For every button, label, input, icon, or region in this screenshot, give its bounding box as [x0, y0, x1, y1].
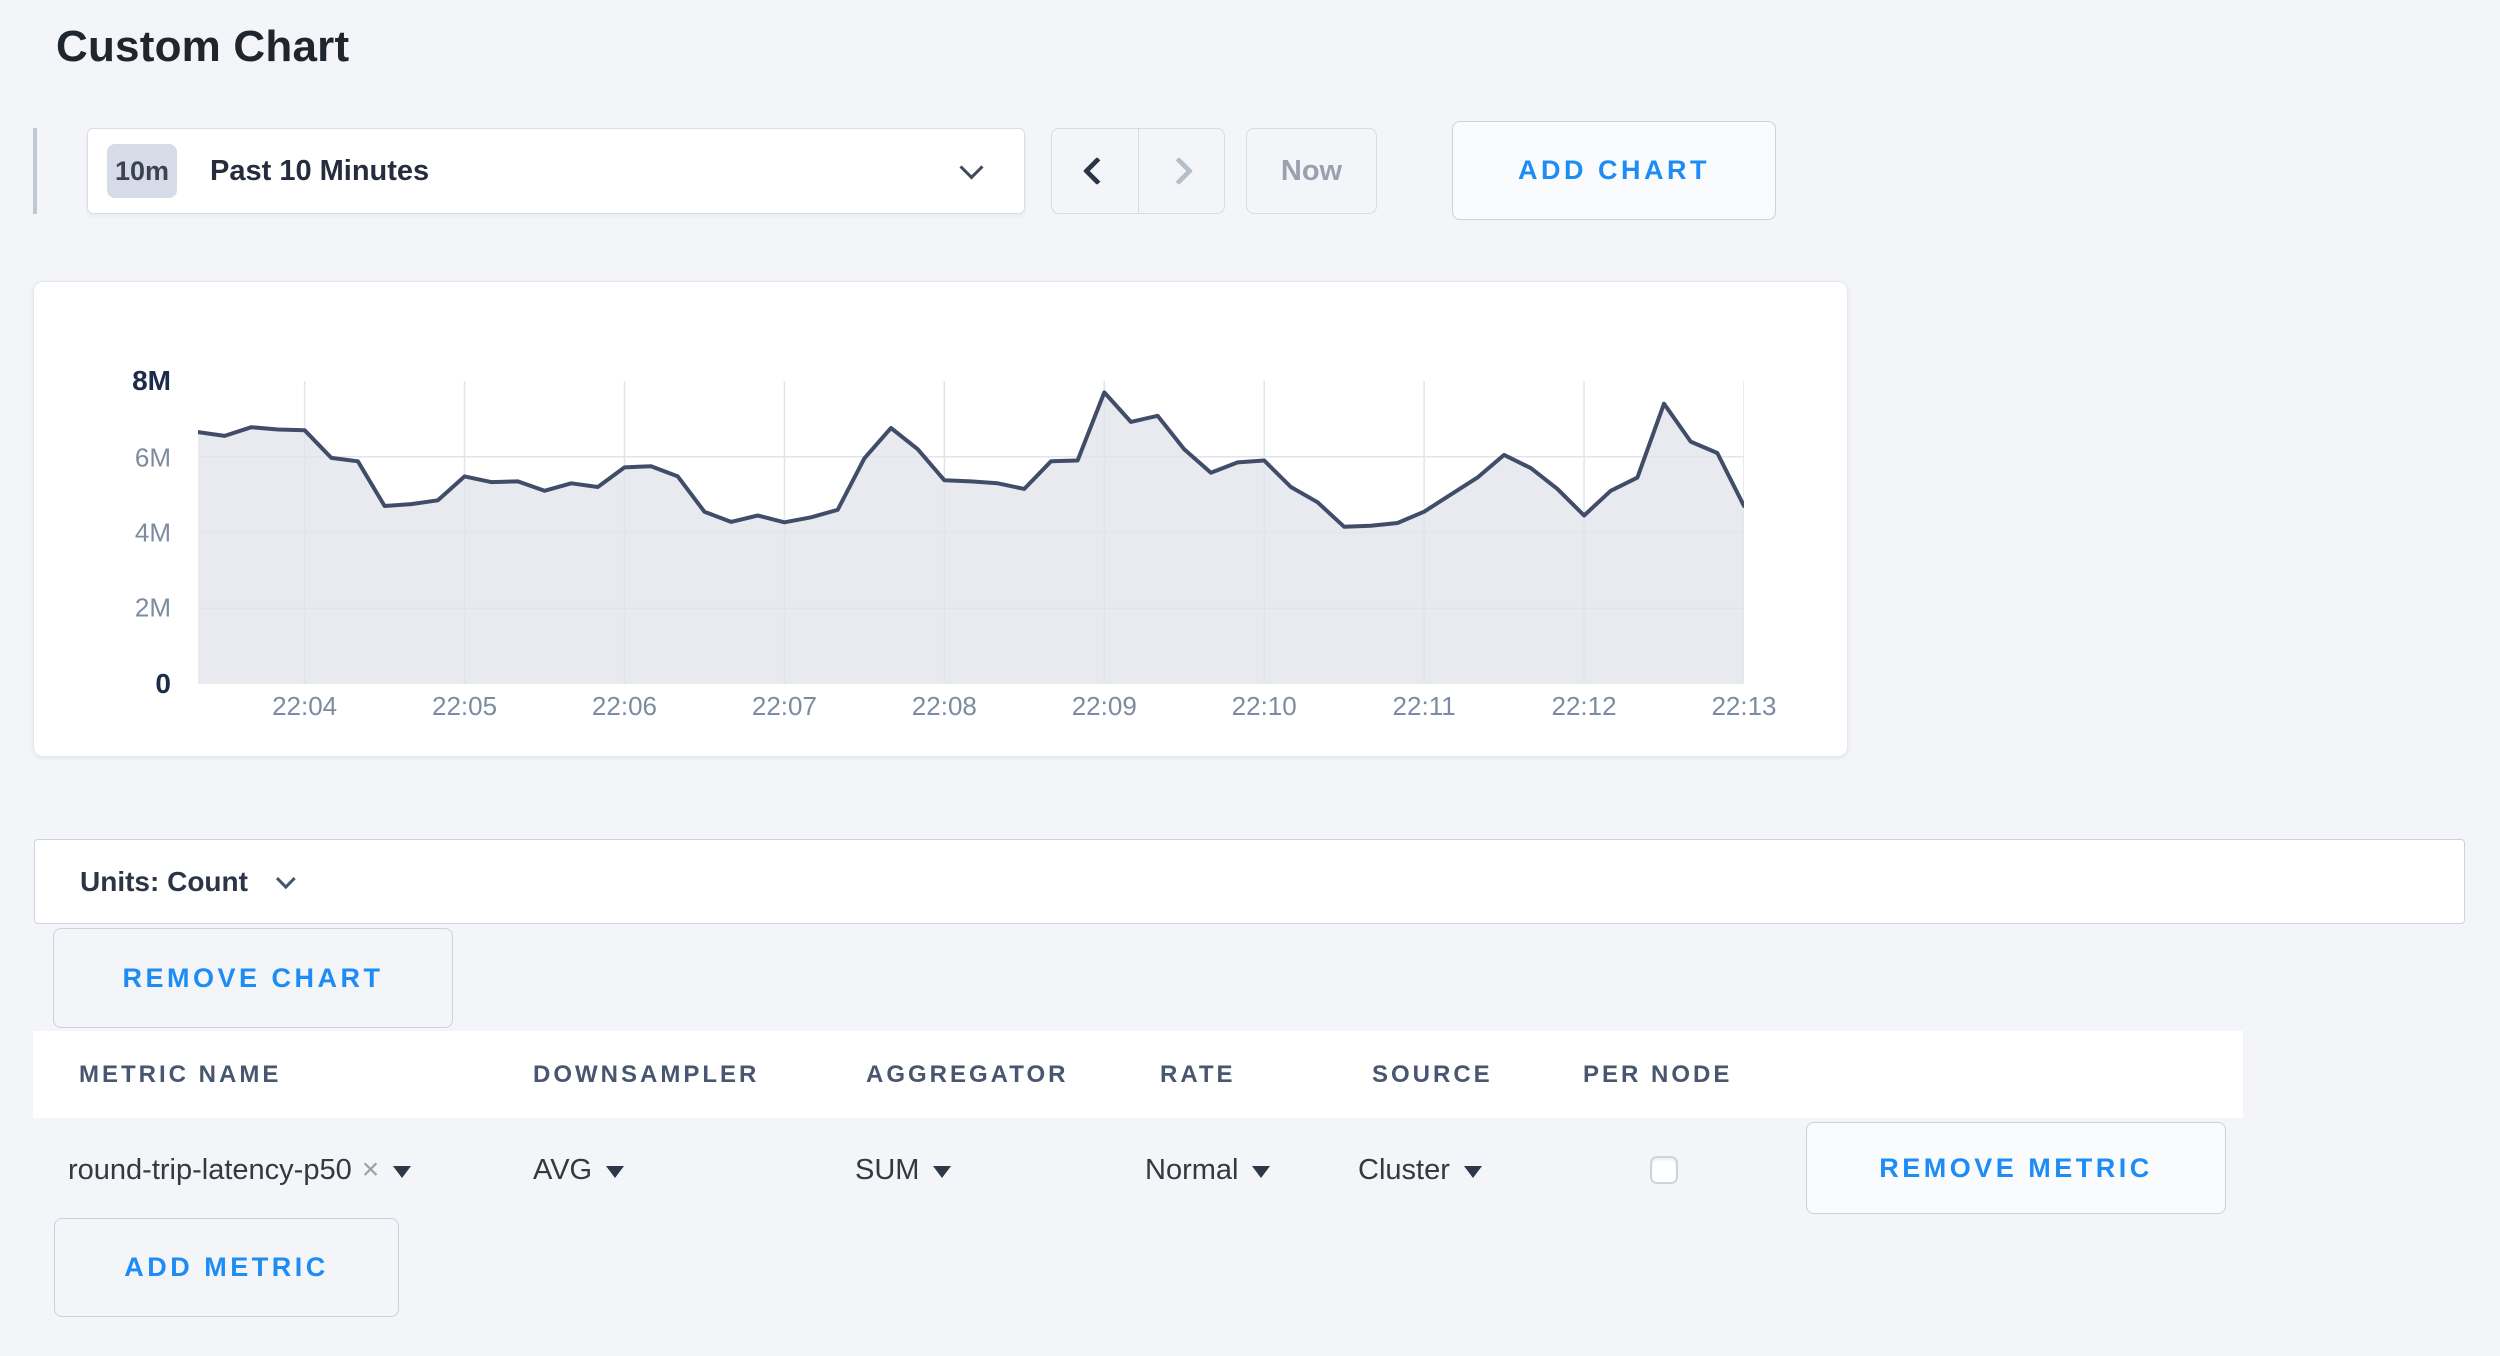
column-header-per-node: PER NODE: [1583, 1061, 1732, 1089]
per-node-checkbox[interactable]: [1650, 1156, 1678, 1184]
chevron-left-icon: [1083, 157, 1111, 185]
column-header-rate: RATE: [1160, 1061, 1236, 1089]
x-axis-tick: 22:10: [1204, 691, 1324, 722]
column-header-aggregator: AGGREGATOR: [866, 1061, 1068, 1089]
time-step-button-group: [1051, 128, 1225, 214]
x-axis-tick: 22:06: [564, 691, 684, 722]
x-axis-tick: 22:07: [724, 691, 844, 722]
aggregator-value: SUM: [855, 1154, 919, 1187]
time-forward-button[interactable]: [1139, 129, 1225, 213]
y-axis-tick: 2M: [61, 593, 171, 624]
time-range-label: Past 10 Minutes: [210, 155, 429, 188]
rate-dropdown[interactable]: Normal: [1145, 1146, 1270, 1194]
x-axis-tick: 22:12: [1524, 691, 1644, 722]
caret-down-icon: [1252, 1166, 1270, 1178]
column-header-source: SOURCE: [1372, 1061, 1493, 1089]
remove-metric-x-icon[interactable]: ×: [362, 1153, 380, 1187]
x-axis-tick: 22:11: [1364, 691, 1484, 722]
caret-down-icon: [1464, 1166, 1482, 1178]
y-axis-tick: 4M: [61, 518, 171, 549]
rate-value: Normal: [1145, 1154, 1238, 1187]
source-value: Cluster: [1358, 1154, 1450, 1187]
chevron-down-icon: [276, 869, 296, 889]
x-axis-tick: 22:09: [1044, 691, 1164, 722]
downsampler-dropdown[interactable]: AVG: [533, 1146, 624, 1194]
metric-name-value: round-trip-latency-p50: [68, 1154, 352, 1187]
time-back-button[interactable]: [1052, 129, 1139, 213]
caret-down-icon: [393, 1166, 411, 1178]
time-range-dropdown[interactable]: 10m Past 10 Minutes: [87, 128, 1025, 214]
latency-area-chart: [198, 381, 1744, 684]
source-dropdown[interactable]: Cluster: [1358, 1146, 1482, 1194]
x-axis-tick: 22:05: [405, 691, 525, 722]
x-axis-tick: 22:13: [1684, 691, 1804, 722]
column-header-downsampler: DOWNSAMPLER: [533, 1061, 759, 1089]
add-chart-button[interactable]: ADD CHART: [1452, 121, 1776, 220]
page-title: Custom Chart: [56, 22, 349, 72]
remove-chart-button[interactable]: REMOVE CHART: [53, 928, 453, 1028]
chevron-down-icon: [959, 155, 983, 179]
toolbar-accent-bar: [33, 128, 37, 214]
downsampler-value: AVG: [533, 1154, 592, 1187]
add-metric-button[interactable]: ADD METRIC: [54, 1218, 399, 1317]
x-axis-tick: 22:08: [884, 691, 1004, 722]
remove-metric-button[interactable]: REMOVE METRIC: [1806, 1122, 2226, 1214]
caret-down-icon: [933, 1166, 951, 1178]
y-axis-tick: 8M: [61, 365, 171, 397]
units-label: Units: Count: [80, 866, 248, 898]
chevron-right-icon: [1165, 157, 1193, 185]
now-button[interactable]: Now: [1246, 128, 1377, 214]
aggregator-dropdown[interactable]: SUM: [855, 1146, 951, 1194]
y-axis-tick: 0: [61, 668, 171, 700]
x-axis-tick: 22:04: [245, 691, 365, 722]
caret-down-icon: [606, 1166, 624, 1178]
time-range-badge: 10m: [107, 144, 177, 198]
chart-card: 8M 6M 4M 2M 0 22:04 22:05 22:06 22:07 22:08 2…: [33, 281, 1848, 757]
metrics-table-header: METRIC NAME DOWNSAMPLER AGGREGATOR RATE …: [33, 1031, 2243, 1118]
units-dropdown[interactable]: Units: Count: [34, 839, 2465, 924]
column-header-metric-name: METRIC NAME: [79, 1061, 281, 1089]
y-axis-tick: 6M: [61, 443, 171, 474]
area-fill: [198, 392, 1744, 684]
metric-name-dropdown[interactable]: round-trip-latency-p50 ×: [68, 1146, 411, 1194]
